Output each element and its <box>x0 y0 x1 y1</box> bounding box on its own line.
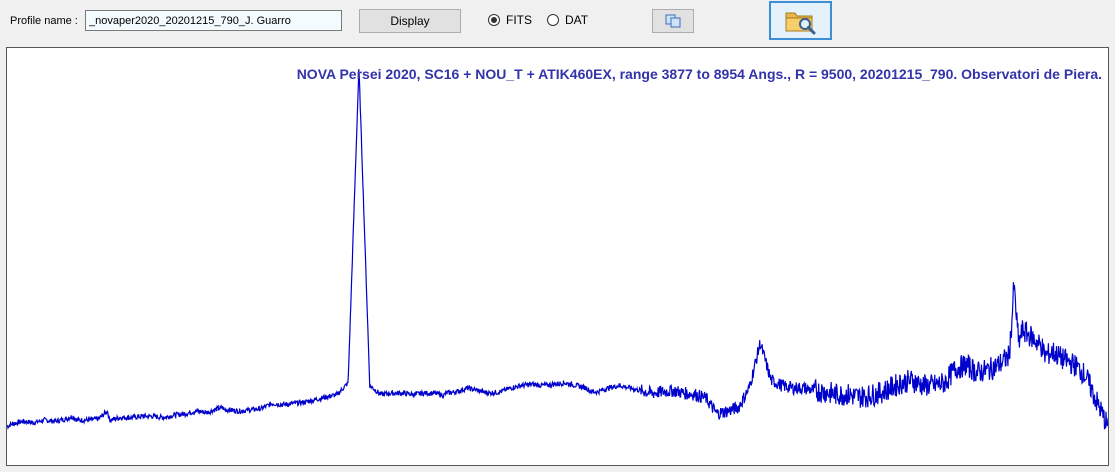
dat-radio-indicator[interactable] <box>547 14 559 26</box>
spectrum-svg <box>7 69 1108 430</box>
open-file-button[interactable] <box>769 1 832 40</box>
fits-radio-label: FITS <box>506 13 532 27</box>
profile-name-label: Profile name : <box>10 15 78 27</box>
display-button[interactable]: Display <box>359 9 461 33</box>
fits-radio-indicator[interactable] <box>488 14 500 26</box>
copy-button[interactable] <box>652 9 694 33</box>
profile-name-input[interactable] <box>85 10 342 31</box>
spectrum-series-line <box>7 69 1108 430</box>
plot-title: NOVA Persei 2020, SC16 + NOU_T + ATIK460… <box>296 66 1102 82</box>
dat-radio-label: DAT <box>565 13 589 27</box>
spectrum-plot: NOVA Persei 2020, SC16 + NOU_T + ATIK460… <box>6 47 1109 466</box>
dat-radio[interactable]: DAT <box>547 13 588 27</box>
fits-radio[interactable]: FITS <box>488 13 532 27</box>
folder-search-icon <box>785 12 815 34</box>
copy-icon <box>665 14 681 28</box>
